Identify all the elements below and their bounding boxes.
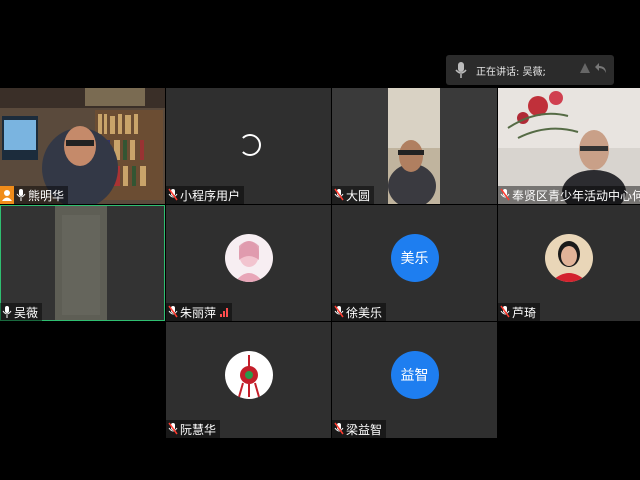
mic-muted-icon bbox=[168, 188, 178, 201]
avatar bbox=[545, 234, 593, 283]
participant-label: 阮慧华 bbox=[166, 420, 221, 438]
participant-name: 奉贤区青少年活动中心何琪 bbox=[512, 188, 640, 203]
participant-name: 吴薇 bbox=[14, 305, 39, 320]
participant-name: 阮慧华 bbox=[180, 422, 217, 437]
participant-label: 梁益智 bbox=[332, 420, 387, 438]
video-tile-ruanhuihua[interactable]: 阮慧华 bbox=[166, 322, 331, 438]
participant-label: 芦琦 bbox=[498, 303, 541, 321]
video-tile-fengxian-youth-center[interactable]: 奉贤区青少年活动中心何琪 bbox=[498, 88, 640, 204]
weak-signal-icon bbox=[220, 307, 229, 317]
avatar: 美乐 bbox=[390, 234, 439, 283]
participant-name: 小程序用户 bbox=[180, 188, 241, 203]
reply-icon[interactable] bbox=[594, 61, 608, 75]
avatar-initials: 益智 bbox=[400, 368, 429, 385]
participant-label: 朱丽萍 bbox=[166, 303, 233, 321]
participant-name: 徐美乐 bbox=[346, 305, 383, 320]
host-icon bbox=[0, 186, 14, 204]
video-tile-xumeile[interactable]: 美乐 徐美乐 bbox=[332, 205, 497, 321]
video-tile-mini-program-user[interactable]: 小程序用户 bbox=[166, 88, 331, 204]
participant-label: 奉贤区青少年活动中心何琪 bbox=[498, 186, 640, 204]
mic-muted-icon bbox=[334, 305, 344, 318]
mic-icon bbox=[455, 62, 467, 78]
participant-name: 梁益智 bbox=[346, 422, 383, 437]
mic-icon bbox=[2, 306, 12, 318]
video-tile-liangyizhi[interactable]: 益智 梁益智 bbox=[332, 322, 497, 438]
participant-name: 朱丽萍 bbox=[180, 305, 217, 320]
video-tile-dayuan[interactable]: 大圆 bbox=[332, 88, 497, 204]
participant-name: 大圆 bbox=[346, 188, 371, 203]
participant-label: 小程序用户 bbox=[166, 186, 245, 204]
participant-name: 芦琦 bbox=[512, 305, 537, 320]
participant-name: 熊明华 bbox=[28, 188, 65, 203]
avatar bbox=[224, 351, 273, 400]
speaking-label: 正在讲话: 吴薇; bbox=[476, 66, 546, 78]
avatar: 益智 bbox=[390, 351, 439, 400]
avatar bbox=[224, 234, 273, 283]
mic-muted-icon bbox=[500, 188, 510, 201]
video-tile-xiongminghua[interactable]: 熊明华 bbox=[0, 88, 165, 204]
avatar-initials: 美乐 bbox=[400, 251, 429, 268]
participant-label: 徐美乐 bbox=[332, 303, 387, 321]
video-tile-wuwei[interactable]: 吴薇 bbox=[0, 205, 165, 321]
video-tile-luqi[interactable]: 芦琦 bbox=[498, 205, 640, 321]
mic-muted-icon bbox=[168, 305, 178, 318]
participant-label: 大圆 bbox=[332, 186, 375, 204]
expand-icon[interactable] bbox=[578, 61, 592, 75]
participant-label: 吴薇 bbox=[0, 303, 43, 321]
speaking-indicator: 正在讲话: 吴薇; bbox=[446, 55, 614, 85]
mic-muted-icon bbox=[334, 188, 344, 201]
participant-label: 熊明华 bbox=[0, 186, 69, 204]
video-tile-zhuliping[interactable]: 朱丽萍 bbox=[166, 205, 331, 321]
mic-muted-icon bbox=[334, 422, 344, 435]
mic-icon bbox=[16, 189, 26, 201]
loading-spinner-icon bbox=[238, 134, 261, 156]
mic-muted-icon bbox=[500, 305, 510, 318]
mic-muted-icon bbox=[168, 422, 178, 435]
